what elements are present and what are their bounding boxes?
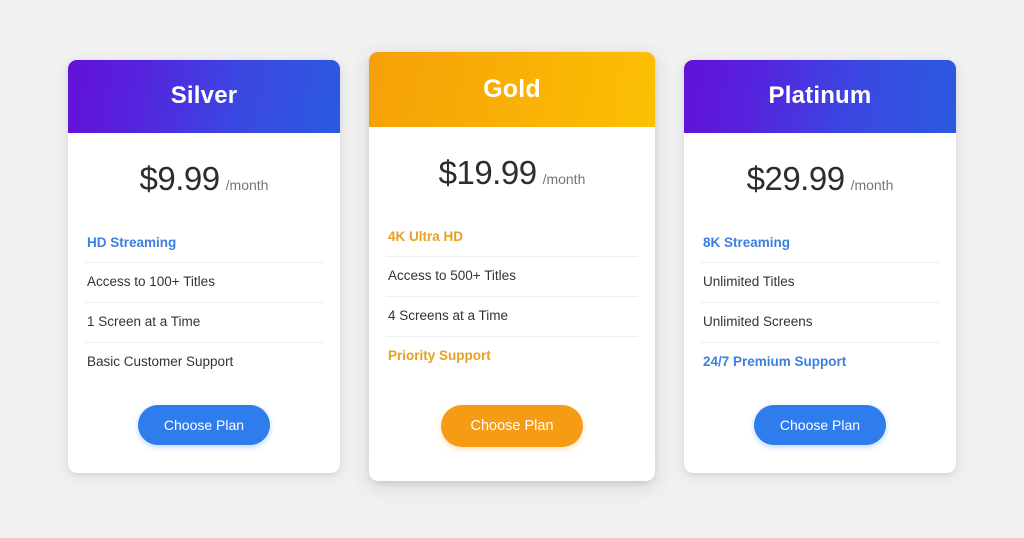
plan-title-platinum: Platinum bbox=[768, 82, 872, 109]
cta-zone-gold: Choose Plan bbox=[386, 376, 638, 481]
feature-item: Unlimited Titles bbox=[701, 263, 939, 304]
price-period-gold: /month bbox=[542, 170, 586, 187]
choose-plan-button-platinum[interactable]: Choose Plan bbox=[753, 405, 887, 446]
feature-item: Unlimited Screens bbox=[701, 303, 939, 344]
card-body-platinum: $29.99 /month 8K Streaming Unlimited Tit… bbox=[684, 133, 956, 473]
feature-item: Basic Customer Support bbox=[87, 354, 234, 370]
price-row-silver: $9.99 /month bbox=[85, 133, 323, 224]
price-row-platinum: $29.99 /month bbox=[701, 133, 939, 224]
price-period-platinum: /month bbox=[850, 176, 894, 193]
choose-plan-button-gold[interactable]: Choose Plan bbox=[441, 405, 583, 448]
card-header-gold: Gold bbox=[369, 51, 655, 127]
price-amount-platinum: $29.99 bbox=[746, 159, 845, 197]
price-amount-gold: $19.99 bbox=[438, 153, 537, 191]
card-body-gold: $19.99 /month 4K Ultra HD Access to 500+… bbox=[369, 127, 655, 481]
pricing-card-gold[interactable]: Gold $19.99 /month 4K Ultra HD Access to… bbox=[369, 51, 655, 481]
feature-item: 1 Screen at a Time bbox=[85, 303, 323, 344]
card-header-silver: Silver bbox=[68, 59, 340, 133]
plan-title-silver: Silver bbox=[170, 82, 238, 109]
feature-list-silver: HD Streaming Access to 100+ Titles 1 Scr… bbox=[85, 224, 323, 383]
pricing-card-platinum[interactable]: Platinum $29.99 /month 8K Streaming Unli… bbox=[684, 59, 956, 473]
feature-item: Priority Support bbox=[388, 348, 491, 364]
feature-item: Access to 100+ Titles bbox=[85, 263, 323, 304]
cta-zone-platinum: Choose Plan bbox=[701, 382, 939, 473]
feature-list-gold: 4K Ultra HD Access to 500+ Titles 4 Scre… bbox=[386, 218, 638, 377]
feature-item: HD Streaming bbox=[85, 224, 323, 264]
plan-title-gold: Gold bbox=[483, 74, 541, 103]
cta-zone-silver: Choose Plan bbox=[85, 382, 323, 473]
feature-item: Access to 500+ Titles bbox=[386, 257, 638, 298]
price-amount-silver: $9.99 bbox=[139, 159, 221, 197]
feature-item: 8K Streaming bbox=[701, 224, 939, 264]
feature-item: 4 Screens at a Time bbox=[386, 297, 638, 338]
pricing-card-silver[interactable]: Silver $9.99 /month HD Streaming Access … bbox=[68, 59, 340, 473]
feature-item: 24/7 Premium Support bbox=[703, 354, 847, 370]
price-period-silver: /month bbox=[225, 176, 269, 193]
choose-plan-button-silver[interactable]: Choose Plan bbox=[137, 405, 271, 446]
card-header-platinum: Platinum bbox=[684, 59, 956, 133]
feature-list-platinum: 8K Streaming Unlimited Titles Unlimited … bbox=[701, 224, 939, 383]
pricing-plans-container: Silver $9.99 /month HD Streaming Access … bbox=[0, 0, 1024, 538]
card-body-silver: $9.99 /month HD Streaming Access to 100+… bbox=[68, 133, 340, 473]
feature-item: 4K Ultra HD bbox=[386, 218, 638, 258]
price-row-gold: $19.99 /month bbox=[386, 127, 638, 218]
